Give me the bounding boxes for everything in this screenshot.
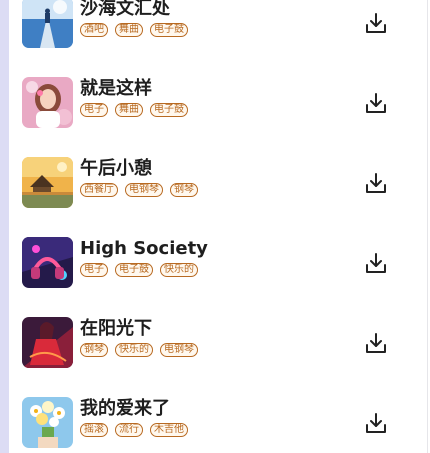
song-item[interactable]: 就是这样 电子 舞曲 电子鼓 — [0, 51, 430, 131]
genre-tag: 电子鼓 — [115, 263, 153, 277]
song-title: High Society — [80, 238, 208, 259]
genre-tag: 电钢琴 — [125, 183, 163, 197]
download-icon[interactable] — [364, 11, 388, 35]
song-item[interactable]: 我的爱来了 摇滚 流行 木吉他 — [0, 371, 430, 451]
flower-bouquet-thumbnail — [22, 397, 73, 448]
genre-tag: 西餐厅 — [80, 183, 118, 197]
song-title: 沙海文汇处 — [80, 0, 170, 19]
genre-tag: 钢琴 — [170, 183, 198, 197]
genre-tag: 电钢琴 — [160, 343, 198, 357]
song-item[interactable]: 沙海文汇处 酒吧 舞曲 电子鼓 — [0, 0, 430, 51]
download-icon[interactable] — [364, 251, 388, 275]
download-icon[interactable] — [364, 91, 388, 115]
red-dancer-thumbnail — [22, 317, 73, 368]
download-icon[interactable] — [364, 171, 388, 195]
tag-list: 摇滚 流行 木吉他 — [80, 423, 188, 437]
download-icon[interactable] — [364, 411, 388, 435]
girl-portrait-thumbnail — [22, 77, 73, 128]
genre-tag: 电子 — [80, 263, 108, 277]
download-icon[interactable] — [364, 331, 388, 355]
song-title: 就是这样 — [80, 78, 152, 99]
song-item[interactable]: 在阳光下 钢琴 快乐的 电钢琴 — [0, 291, 430, 371]
genre-tag: 流行 — [115, 423, 143, 437]
genre-tag: 摇滚 — [80, 423, 108, 437]
genre-tag: 电子鼓 — [150, 103, 188, 117]
song-list-page: 沙海文汇处 酒吧 舞曲 电子鼓 就是这样 电子 舞曲 电子鼓 午后小憩 西餐厅 … — [0, 0, 430, 453]
genre-tag: 舞曲 — [115, 103, 143, 117]
genre-tag: 快乐的 — [115, 343, 153, 357]
song-title: 在阳光下 — [80, 318, 152, 339]
genre-tag: 舞曲 — [115, 23, 143, 37]
song-item[interactable]: 午后小憩 西餐厅 电钢琴 钢琴 — [0, 131, 430, 211]
song-list: 沙海文汇处 酒吧 舞曲 电子鼓 就是这样 电子 舞曲 电子鼓 午后小憩 西餐厅 … — [0, 0, 430, 451]
lake-cabin-thumbnail — [22, 157, 73, 208]
tag-list: 西餐厅 电钢琴 钢琴 — [80, 183, 198, 197]
tag-list: 电子 舞曲 电子鼓 — [80, 103, 188, 117]
genre-tag: 木吉他 — [150, 423, 188, 437]
genre-tag: 酒吧 — [80, 23, 108, 37]
sea-pier-art-thumbnail — [22, 0, 73, 48]
song-title: 我的爱来了 — [80, 398, 170, 419]
genre-tag: 快乐的 — [160, 263, 198, 277]
tag-list: 钢琴 快乐的 电钢琴 — [80, 343, 198, 357]
tag-list: 电子 电子鼓 快乐的 — [80, 263, 198, 277]
tag-list: 酒吧 舞曲 电子鼓 — [80, 23, 188, 37]
neon-headphones-thumbnail — [22, 237, 73, 288]
genre-tag: 电子鼓 — [150, 23, 188, 37]
genre-tag: 电子 — [80, 103, 108, 117]
song-title: 午后小憩 — [80, 158, 152, 179]
song-item[interactable]: High Society 电子 电子鼓 快乐的 — [0, 211, 430, 291]
genre-tag: 钢琴 — [80, 343, 108, 357]
